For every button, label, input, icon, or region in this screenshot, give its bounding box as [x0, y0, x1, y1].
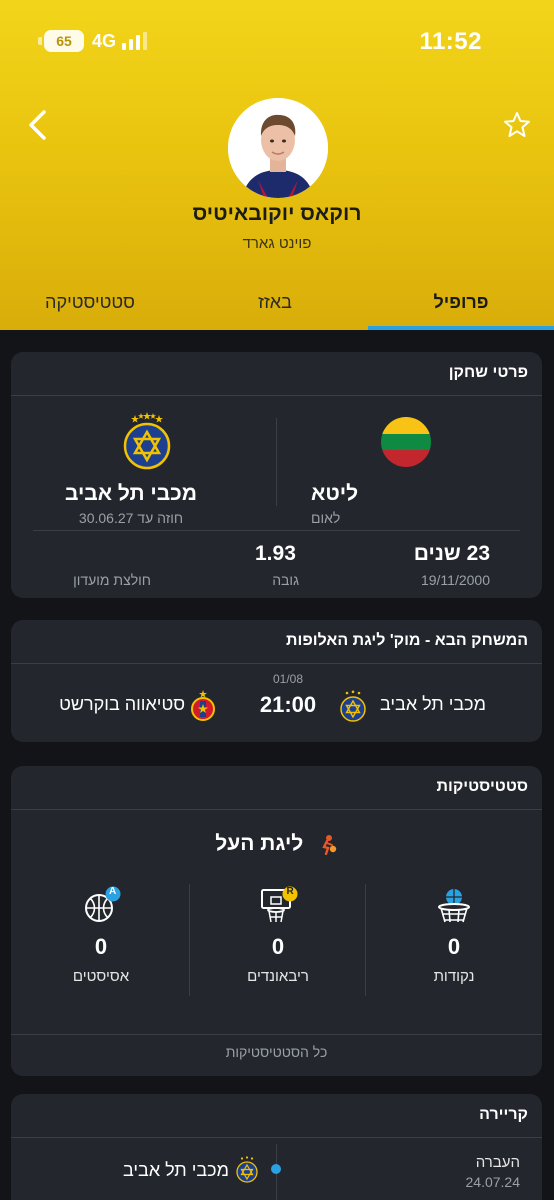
- height-value: 1.93: [255, 542, 296, 565]
- favorite-star-icon[interactable]: [502, 110, 532, 140]
- tab-buzz[interactable]: באזז: [200, 292, 350, 313]
- player-details-title: פרטי שחקן: [448, 364, 528, 381]
- player-details-card: פרטי שחקן ליטא לאום מכבי תל אביב חוזה עד…: [11, 352, 542, 598]
- battery-level: 65: [56, 33, 72, 49]
- tab-profile[interactable]: פרופיל: [368, 292, 554, 313]
- rebounds-value: 0: [271, 934, 285, 959]
- career-title: קריירה: [479, 1106, 528, 1123]
- statistics-title: סטטיסטיקות: [436, 778, 528, 795]
- points-label: נקודות: [433, 968, 475, 985]
- nationality-value: ליטא: [311, 482, 359, 505]
- stat-assists[interactable]: A 0 אסיסטים: [13, 886, 189, 985]
- player-name: רוקאס יוקובאיטיס: [192, 202, 362, 225]
- card-divider: [11, 395, 542, 396]
- rebounds-label: ריבאונדים: [247, 968, 309, 985]
- away-team-name: סטיאווה בוקרשט: [59, 694, 185, 714]
- height-label: גובה: [272, 572, 299, 588]
- game-time: 21:00: [259, 692, 317, 717]
- assist-icon: A: [81, 886, 121, 926]
- card-divider: [11, 809, 542, 810]
- next-game-title: המשחק הבא - מוק' ליגת האלופות: [286, 632, 528, 649]
- transfer-date: 24.07.24: [465, 1174, 521, 1190]
- assist-badge: A: [109, 886, 117, 897]
- signal-icon: [122, 32, 148, 50]
- career-club-name: מכבי תל אביב: [122, 1160, 229, 1180]
- rebound-icon: R: [258, 886, 298, 926]
- maccabi-logo-icon: [339, 690, 367, 722]
- column-divider: [276, 418, 277, 506]
- birth-date: 19/11/2000: [420, 572, 490, 588]
- assists-value: 0: [94, 934, 108, 959]
- network-type: 4G: [92, 30, 117, 51]
- player-avatar: [228, 98, 328, 198]
- statistics-card: סטטיסטיקות ליגת העל 0 נקודות R 0 ריבאונד…: [11, 766, 542, 1076]
- profile-tabs: פרופיל באזז סטטיסטיקה: [0, 280, 554, 330]
- rebound-badge: R: [286, 886, 294, 897]
- home-team-name: מכבי תל אביב: [379, 694, 486, 714]
- club-value: מכבי תל אביב: [64, 482, 198, 505]
- maccabi-logo-icon: [123, 412, 171, 470]
- tab-statistics[interactable]: סטטיסטיקה: [0, 292, 180, 313]
- league-name: ליגת העל: [215, 832, 304, 855]
- jersey-label: חולצת מועדון: [73, 572, 151, 588]
- nationality-label: לאום: [311, 510, 341, 526]
- contract-label: חוזה עד 30.06.27: [78, 510, 184, 526]
- timeline-dot-icon: [271, 1164, 281, 1174]
- profile-header: 65 4G 11:52 רוקאס יוקובאיטיס פוינט גארד …: [0, 0, 554, 330]
- league-row: ליגת העל: [11, 832, 542, 856]
- assists-label: אסיסטים: [72, 968, 130, 985]
- career-card: קריירה העברה 24.07.24 מכבי תל אביב: [11, 1094, 542, 1200]
- status-indicators: 65 4G: [38, 30, 148, 52]
- basketball-hoop-icon: [434, 886, 474, 926]
- points-value: 0: [447, 934, 461, 959]
- all-statistics-link[interactable]: כל הסטטיסטיקות: [11, 1044, 542, 1060]
- game-date: 01/08: [272, 672, 304, 686]
- age-value: 23 שנים: [413, 542, 490, 565]
- next-game-card[interactable]: המשחק הבא - מוק' ליגת האלופות מכבי תל אב…: [11, 620, 542, 742]
- steaua-logo-icon: [189, 690, 217, 722]
- transfer-label: העברה: [475, 1154, 520, 1171]
- status-bar: 65 4G 11:52: [0, 0, 554, 80]
- maccabi-logo-icon: [235, 1156, 259, 1184]
- card-divider: [11, 1137, 542, 1138]
- stat-rebounds[interactable]: R 0 ריבאונדים: [190, 886, 366, 985]
- active-tab-indicator: [368, 326, 554, 330]
- lithuania-flag-icon: [381, 417, 431, 467]
- card-divider: [11, 1034, 542, 1035]
- card-divider: [11, 663, 542, 664]
- stat-points[interactable]: 0 נקודות: [366, 886, 542, 985]
- card-divider: [33, 530, 520, 531]
- league-logo-icon: [316, 833, 338, 856]
- status-time: 11:52: [419, 28, 482, 55]
- player-position: פוינט גארד: [242, 235, 312, 252]
- back-chevron-icon[interactable]: [26, 108, 50, 142]
- battery-icon: 65: [38, 30, 84, 52]
